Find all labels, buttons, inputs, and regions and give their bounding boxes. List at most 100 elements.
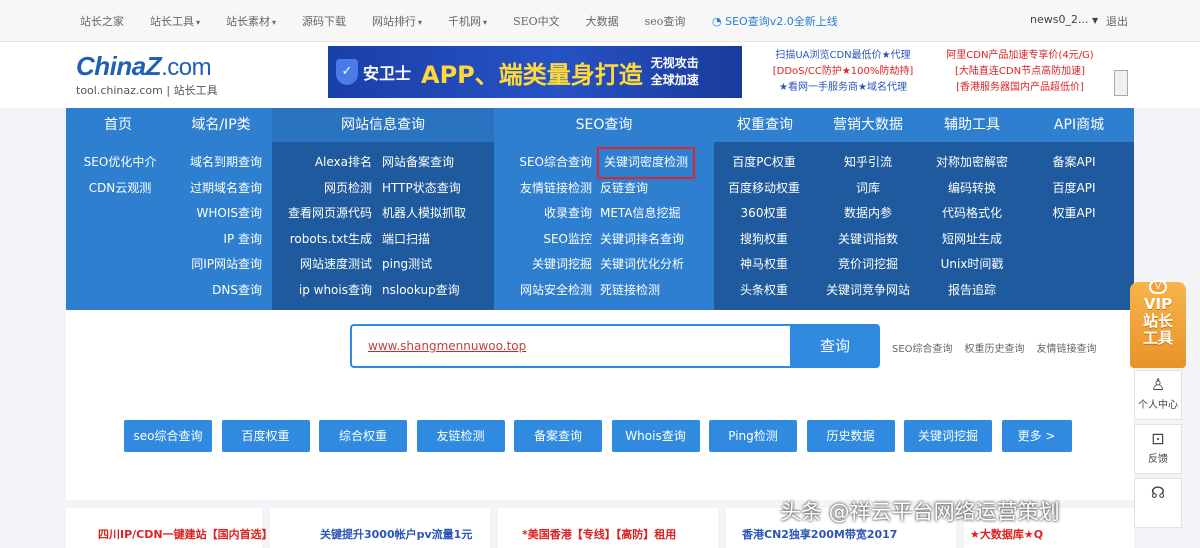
top-link-rankings[interactable]: 网站排行 ▾ [372,13,422,29]
top-link-materials[interactable]: 站长素材 ▾ [226,13,276,29]
footer-ad-link[interactable]: *美国香港【专线】【高防】租用 [522,526,676,542]
footer-ad-link[interactable]: ★大数据库★Q [970,526,1043,542]
nav-link[interactable]: 百度移动权重 [718,176,810,202]
footer-ad-link[interactable]: 香港CN2独享200M带宽2017 [742,526,897,542]
tool-button-more[interactable]: 更多 > [1001,420,1072,452]
nav-link[interactable]: 竞价词挖掘 [818,252,918,278]
nav-link[interactable]: 短网址生成 [922,227,1022,253]
nav-link[interactable]: 死链接检测 [600,278,692,304]
nav-link[interactable]: 知乎引流 [818,150,918,176]
nav-link[interactable]: 报告追踪 [922,278,1022,304]
quick-link-seo[interactable]: SEO综合查询 [892,340,953,355]
nav-link[interactable]: 网站安全检测 [502,278,592,304]
nav-tab-utilities[interactable]: 辅助工具 [920,108,1024,142]
tool-button-history[interactable]: 历史数据 [806,420,895,452]
nav-link[interactable]: WHOIS查询 [176,201,263,227]
nav-link[interactable]: 关键词排名查询 [600,227,692,253]
top-link-seo-chinese[interactable]: SEO中文 [513,13,560,29]
nav-link[interactable]: 数据内参 [818,201,918,227]
nav-link[interactable]: 查看网页源代码 [272,201,372,227]
nav-tab-site-info[interactable]: 网站信息查询 [272,108,494,142]
nav-link[interactable]: HTTP状态查询 [382,176,466,202]
top-link-chinaz-home[interactable]: 站长之家 [80,13,124,29]
site-logo[interactable]: ChinaZ.com tool.chinaz.com | 站长工具 [76,52,218,98]
nav-link[interactable]: 代码格式化 [922,201,1022,227]
ad-banner[interactable]: ✓ 安卫士 APP、端类量身打造 无视攻击 全球加速 [328,46,742,98]
tool-button-ping[interactable]: Ping检测 [709,420,797,452]
nav-link[interactable]: 友情链接检测 [502,176,592,202]
nav-link[interactable]: 搜狗权重 [718,227,810,253]
nav-link[interactable]: nslookup查询 [382,278,466,304]
nav-link[interactable]: 360权重 [718,201,810,227]
vip-badge[interactable]: V VIP 站长 工具 [1130,280,1186,368]
nav-link[interactable]: 关键词挖掘 [502,252,592,278]
nav-link[interactable]: ping测试 [382,252,466,278]
top-link-tools[interactable]: 站长工具 ▾ [150,13,200,29]
tool-button-overall-weight[interactable]: 综合权重 [319,420,407,452]
logout-link[interactable]: 退出 [1106,13,1128,29]
nav-link[interactable]: 网站备案查询 [382,150,466,176]
quick-link-weight-history[interactable]: 权重历史查询 [965,340,1025,355]
nav-link[interactable]: 网站速度测试 [272,252,372,278]
nav-link[interactable]: SEO优化中介 [82,150,158,176]
nav-link[interactable]: 备案API [1036,150,1112,176]
nav-link[interactable]: 关键词优化分析 [600,252,692,278]
nav-link[interactable]: Alexa排名 [272,150,372,176]
nav-link[interactable]: 词库 [818,176,918,202]
nav-tab-home[interactable]: 首页 [66,108,170,142]
nav-link[interactable]: 头条权重 [718,278,810,304]
nav-link[interactable]: IP 查询 [176,227,262,253]
nav-link[interactable]: DNS查询 [176,278,262,304]
footer-ad-link[interactable]: 四川IP/CDN一键建站【国内首选】 [98,526,273,542]
nav-link[interactable]: 网页检测 [272,176,372,202]
nav-link[interactable]: 关键词指数 [818,227,918,253]
nav-link[interactable]: 域名到期查询 [176,150,262,176]
nav-link[interactable]: SEO综合查询 [502,150,592,176]
text-ad-middle[interactable]: 扫描UA浏览CDN最低价★代理 [DDoS/CC防护★100%防劫持] ★看网一… [764,48,922,96]
user-menu[interactable]: news0_2... ▼ [1030,13,1098,26]
tool-button-baidu-weight[interactable]: 百度权重 [221,420,310,452]
nav-link[interactable]: 关键词竞争网站 [818,278,918,304]
top-link-big-data[interactable]: 大数据 [586,13,619,29]
scroll-icon[interactable] [1114,70,1128,96]
nav-link[interactable]: SEO监控 [502,227,592,253]
nav-link[interactable]: 百度PC权重 [718,150,810,176]
nav-tab-marketing[interactable]: 营销大数据 [816,108,920,142]
top-link-seo-query[interactable]: seo查询 [645,13,686,29]
tool-button-keywords[interactable]: 关键词挖掘 [904,420,992,452]
top-link-source-code[interactable]: 源码下载 [302,13,346,29]
notice-link[interactable]: ◔ SEO查询v2.0全新上线 [712,13,838,29]
nav-link[interactable]: 过期域名查询 [176,176,262,202]
text-ad-right[interactable]: 阿里CDN产品加速专享价(4元/G) [大陆直连CDN节点高防加速] [香港服务… [940,48,1100,96]
nav-link[interactable]: 百度API [1036,176,1112,202]
nav-link[interactable]: ip whois查询 [272,278,372,304]
nav-link[interactable]: 端口扫描 [382,227,466,253]
nav-link[interactable]: 收录查询 [502,201,592,227]
nav-link[interactable]: Unix时间戳 [922,252,1022,278]
nav-tab-api[interactable]: API商城 [1024,108,1134,142]
tool-button-icp[interactable]: 备案查询 [514,420,602,452]
nav-link[interactable]: META信息挖掘 [600,201,692,227]
nav-link[interactable]: 同IP网站查询 [176,252,262,278]
nav-link[interactable]: 编码转换 [922,176,1022,202]
tool-button-whois[interactable]: Whois查询 [611,420,700,452]
nav-link[interactable]: 权重API [1036,201,1112,227]
nav-tab-domain-ip[interactable]: 域名/IP类 [170,108,272,142]
search-input[interactable]: www.shangmennuwoo.top [350,324,790,368]
nav-link[interactable]: 对称加密解密 [922,150,1022,176]
nav-link[interactable]: 神马权重 [718,252,810,278]
feedback-button[interactable]: ⊡ 反馈 [1134,424,1182,474]
nav-link-highlighted[interactable]: 关键词密度检测 [596,147,696,179]
tool-button-friend-links[interactable]: 友链检测 [416,420,505,452]
nav-tab-seo[interactable]: SEO查询 [494,108,714,142]
support-button[interactable]: ☊ [1134,478,1182,528]
user-center-button[interactable]: ♙ 个人中心 [1134,370,1182,420]
footer-ad-link[interactable]: 关键提升3000帐户pv流量1元 [320,526,472,542]
search-button[interactable]: 查询 [790,324,880,368]
nav-link[interactable]: robots.txt生成 [272,227,372,253]
nav-link[interactable]: CDN云观测 [82,176,158,202]
nav-link[interactable]: 反链查询 [600,176,692,202]
quick-link-friend-links[interactable]: 友情链接查询 [1037,340,1097,355]
nav-tab-weight[interactable]: 权重查询 [714,108,816,142]
nav-link[interactable]: 机器人模拟抓取 [382,201,466,227]
